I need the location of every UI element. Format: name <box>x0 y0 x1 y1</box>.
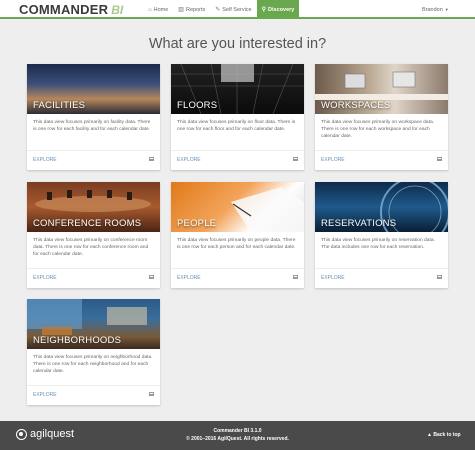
card-workspaces: WORKSPACES This data view focuses primar… <box>315 64 448 170</box>
brand-suffix: BI <box>111 2 124 17</box>
card-footer: EXPLORE <box>27 385 160 405</box>
table-icon[interactable] <box>293 157 298 161</box>
conference-rooms-image: CONFERENCE ROOMS <box>27 182 160 232</box>
reservations-image: RESERVATIONS <box>315 182 448 232</box>
table-icon[interactable] <box>149 275 154 279</box>
page-footer: agilquest Commander BI 3.1.0 © 2001–2016… <box>0 421 475 450</box>
card-title: FACILITIES <box>33 100 86 111</box>
card-description: This data view focuses primarily on conf… <box>33 238 149 257</box>
card-title: NEIGHBORHOODS <box>33 335 122 346</box>
neighborhoods-image: NEIGHBORHOODS <box>27 299 160 349</box>
back-to-top-label: Back to top <box>433 432 461 438</box>
table-icon[interactable] <box>149 392 154 396</box>
card-description: This data view focuses primarily on peop… <box>177 238 296 250</box>
floors-image: FLOORS <box>171 64 304 114</box>
card-footer: EXPLORE <box>171 268 304 288</box>
brand-name: COMMANDER <box>19 2 109 17</box>
card-footer: EXPLORE <box>171 150 304 170</box>
card-title: PEOPLE <box>177 218 217 229</box>
workspaces-image: WORKSPACES <box>315 64 448 114</box>
bar-chart-icon: ▥ <box>178 7 184 13</box>
table-icon[interactable] <box>437 275 442 279</box>
back-to-top-link[interactable]: ▲ Back to top <box>427 432 461 438</box>
table-icon[interactable] <box>149 157 154 161</box>
home-icon: ⌂ <box>148 6 152 13</box>
nav-menu: ⌂ Home ▥ Reports ✎ Self Service ⚲ Discov… <box>143 0 300 19</box>
page-title: What are you interested in? <box>148 36 327 52</box>
nav-label: Reports <box>185 6 206 13</box>
nav-label: Home <box>153 6 169 13</box>
explore-link[interactable]: EXPLORE <box>33 157 57 163</box>
card-facilities: FACILITIES This data view focuses primar… <box>27 64 160 170</box>
card-reservations: RESERVATIONS This data view focuses prim… <box>315 182 448 288</box>
search-icon: ⚲ <box>261 7 267 13</box>
card-description: This data view focuses primarily on neig… <box>33 355 153 374</box>
card-neighborhoods: NEIGHBORHOODS This data view focuses pri… <box>27 299 160 405</box>
table-icon[interactable] <box>293 275 298 279</box>
explore-link[interactable]: EXPLORE <box>321 275 345 281</box>
explore-link[interactable]: EXPLORE <box>321 157 345 163</box>
copyright-text: © 2001–2016 AgilQuest. All rights reserv… <box>186 436 289 442</box>
card-description: This data view focuses primarily on work… <box>321 120 435 139</box>
user-menu[interactable]: Brandon ▼ <box>422 0 449 19</box>
version-text: Commander BI 3.1.0 <box>213 428 262 434</box>
brand-logo[interactable]: COMMANDER BI <box>19 1 123 18</box>
card-description: This data view focuses primarily on rese… <box>321 238 435 250</box>
top-navbar: COMMANDER BI ⌂ Home ▥ Reports ✎ Self Ser… <box>0 0 475 19</box>
card-floors: FLOORS This data view focuses primarily … <box>171 64 304 170</box>
card-footer: EXPLORE <box>27 268 160 288</box>
explore-link[interactable]: EXPLORE <box>177 275 201 281</box>
card-title: WORKSPACES <box>321 100 391 111</box>
explore-link[interactable]: EXPLORE <box>33 392 57 398</box>
card-conference-rooms: CONFERENCE ROOMS This data view focuses … <box>27 182 160 288</box>
card-people: PEOPLE This data view focuses primarily … <box>171 182 304 288</box>
table-icon[interactable] <box>437 157 442 161</box>
card-title: CONFERENCE ROOMS <box>33 218 142 229</box>
nav-label: Discovery <box>268 6 295 13</box>
nav-item-self-service[interactable]: ✎ Self Service <box>210 0 256 19</box>
footer-info: Commander BI 3.1.0 © 2001–2016 AgilQuest… <box>0 427 475 443</box>
card-description: This data view focuses primarily on faci… <box>33 120 151 132</box>
nav-item-discovery[interactable]: ⚲ Discovery <box>256 0 300 19</box>
card-footer: EXPLORE <box>27 150 160 170</box>
card-description: This data view focuses primarily on floo… <box>177 120 296 132</box>
user-name: Brandon <box>422 6 443 13</box>
wrench-icon: ✎ <box>215 7 221 13</box>
explore-link[interactable]: EXPLORE <box>177 157 201 163</box>
nav-item-home[interactable]: ⌂ Home <box>143 0 173 19</box>
chevron-down-icon: ▼ <box>444 7 449 12</box>
card-title: FLOORS <box>177 100 218 111</box>
explore-link[interactable]: EXPLORE <box>33 275 57 281</box>
card-footer: EXPLORE <box>315 268 448 288</box>
arrow-up-icon: ▲ <box>427 432 432 438</box>
nav-item-reports[interactable]: ▥ Reports <box>173 0 210 19</box>
people-image: PEOPLE <box>171 182 304 232</box>
nav-label: Self Service <box>222 6 252 13</box>
facilities-image: FACILITIES <box>27 64 160 114</box>
card-title: RESERVATIONS <box>321 218 397 229</box>
card-footer: EXPLORE <box>315 150 448 170</box>
